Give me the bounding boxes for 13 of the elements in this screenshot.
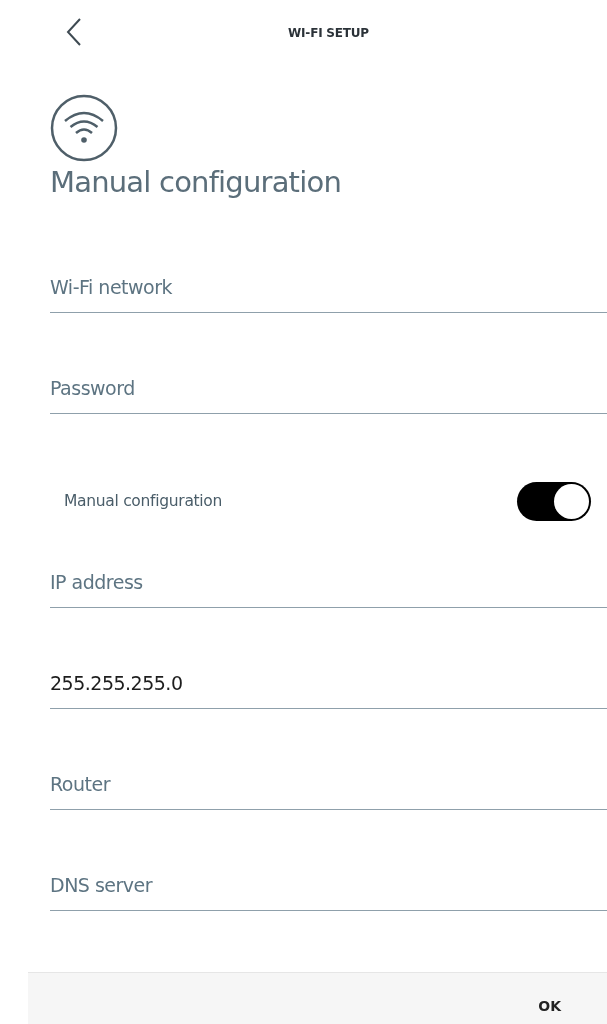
page-heading: Manual configuration	[50, 164, 342, 201]
input-field[interactable]: Router	[50, 764, 607, 810]
toggle-label: Manual configuration	[64, 492, 223, 510]
input-field[interactable]: Password	[50, 368, 607, 414]
back-icon[interactable]	[64, 17, 84, 47]
ok-button[interactable]: OK	[532, 994, 567, 1018]
input-field[interactable]: Wi-Fi network	[50, 267, 607, 313]
wifi-icon	[50, 94, 118, 162]
input-field[interactable]: IP address	[50, 562, 607, 608]
screen-title: WI-FI SETUP	[288, 26, 369, 40]
input-field[interactable]: 255.255.255.0	[50, 663, 607, 709]
input-field[interactable]: DNS server	[50, 865, 607, 911]
toggle-switch[interactable]	[517, 481, 591, 521]
